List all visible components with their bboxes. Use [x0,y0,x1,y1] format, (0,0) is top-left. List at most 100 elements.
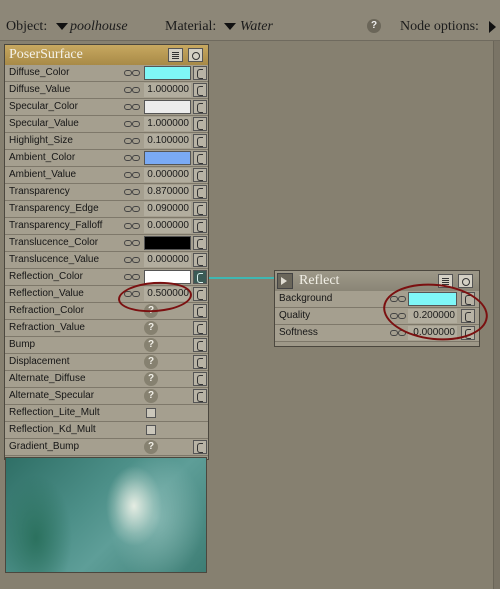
input-plug-icon[interactable] [193,270,207,284]
help-icon[interactable]: ? [144,321,158,335]
parameter-label: Specular_Color [9,101,78,112]
checkbox[interactable] [146,408,156,418]
poser_surface-row: Diffuse_Color [5,65,208,82]
material-select[interactable]: Water [240,19,273,35]
input-plug-icon[interactable] [193,100,207,114]
parameter-label: Reflection_Lite_Mult [9,407,100,418]
object-select[interactable]: poolhouse [70,19,128,35]
parameter-label: Transparency_Falloff [9,220,103,231]
object-label: Object: [6,19,48,34]
input-plug-icon[interactable] [193,151,207,165]
value-field[interactable]: 1.000000 [144,117,191,131]
node-options-label[interactable]: Node options: [400,19,479,35]
input-plug-icon[interactable] [193,321,207,335]
link-chain-icon[interactable] [124,121,140,127]
input-plug-icon[interactable] [193,372,207,386]
parameter-label: Specular_Value [9,118,79,129]
node-connection-wire [206,277,274,279]
poser_surface-row: Ambient_Color [5,150,208,167]
poser_surface-row: Specular_Color [5,99,208,116]
parameter-label: Alternate_Diffuse [9,373,86,384]
link-chain-icon[interactable] [124,240,140,246]
value-field[interactable]: 0.100000 [144,134,191,148]
parameter-label: Ambient_Value [9,169,77,180]
poser_surface-row: Specular_Value 1.000000 [5,116,208,133]
color-swatch[interactable] [144,236,191,250]
poser_surface-row: Translucence_Color [5,235,208,252]
input-plug-icon[interactable] [193,355,207,369]
input-plug-icon[interactable] [193,440,207,454]
value-field[interactable]: 0.000000 [144,253,191,267]
link-chain-icon[interactable] [124,189,140,195]
help-icon[interactable]: ? [144,338,158,352]
poser_surface-row: Reflection_Kd_Mult [5,422,208,439]
link-chain-icon[interactable] [124,70,140,76]
input-plug-icon[interactable] [193,168,207,182]
poser_surface-row: Refraction_Value? [5,320,208,337]
parameter-label: Refraction_Value [9,322,85,333]
input-plug-icon[interactable] [193,134,207,148]
color-swatch[interactable] [144,100,191,114]
value-field[interactable]: 0.870000 [144,185,191,199]
input-plug-icon[interactable] [193,287,207,301]
input-plug-icon[interactable] [193,83,207,97]
input-plug-icon[interactable] [193,202,207,216]
material-preview [5,457,207,573]
workspace-scrollbar[interactable] [493,41,500,589]
poser-surface-node[interactable]: PoserSurface Diffuse_Color Diffuse_Value 1… [4,44,209,460]
parameter-label: Bump [9,339,36,350]
link-chain-icon[interactable] [124,223,140,229]
node-menu-icon[interactable] [168,48,183,62]
link-chain-icon[interactable] [124,257,140,263]
parameter-label: Translucence_Color [9,237,99,248]
input-plug-icon[interactable] [193,117,207,131]
input-plug-icon[interactable] [193,389,207,403]
parameter-label: Softness [279,327,318,338]
input-plug-icon[interactable] [193,253,207,267]
link-chain-icon[interactable] [124,104,140,110]
poser_surface-row: Alternate_Diffuse? [5,371,208,388]
value-field[interactable]: 0.000000 [144,219,191,233]
input-plug-icon[interactable] [193,338,207,352]
color-swatch[interactable] [144,151,191,165]
object-dropdown-arrow-icon[interactable] [56,23,68,30]
link-chain-icon[interactable] [124,87,140,93]
parameter-label: Reflection_Value [9,288,84,299]
value-field[interactable]: 0.000000 [144,168,191,182]
help-icon[interactable]: ? [367,19,381,33]
help-icon[interactable]: ? [144,440,158,454]
input-plug-icon[interactable] [193,219,207,233]
parameter-label: Gradient_Bump [9,441,80,452]
parameter-label: Refraction_Color [9,305,85,316]
poser_surface-row: Highlight_Size 0.100000 [5,133,208,150]
input-plug-icon[interactable] [193,185,207,199]
poser-surface-title-bar[interactable]: PoserSurface [5,45,208,65]
link-chain-icon[interactable] [124,155,140,161]
poser_surface-row: Displacement? [5,354,208,371]
value-field[interactable]: 0.090000 [144,202,191,216]
reflect-preview-toggle-icon[interactable] [458,274,473,288]
reflect-output-icon[interactable] [277,273,293,289]
parameter-label: Displacement [9,356,70,367]
node-options-arrow-icon[interactable] [489,21,496,33]
material-dropdown-arrow-icon[interactable] [224,23,236,30]
poser_surface-row: Alternate_Specular? [5,388,208,405]
poser-surface-title: PoserSurface [9,47,83,62]
link-chain-icon[interactable] [124,274,140,280]
parameter-label: Diffuse_Color [9,67,70,78]
node-preview-toggle-icon[interactable] [188,48,203,62]
link-chain-icon[interactable] [124,172,140,178]
value-field[interactable]: 1.000000 [144,83,191,97]
input-plug-icon[interactable] [193,66,207,80]
help-icon[interactable]: ? [144,372,158,386]
material-label: Material: [165,19,217,34]
link-chain-icon[interactable] [124,206,140,212]
help-icon[interactable]: ? [144,389,158,403]
poser_surface-row: Gradient_Bump? [5,439,208,456]
color-swatch[interactable] [144,66,191,80]
input-plug-icon[interactable] [193,304,207,318]
help-icon[interactable]: ? [144,355,158,369]
link-chain-icon[interactable] [124,138,140,144]
checkbox[interactable] [146,425,156,435]
input-plug-icon[interactable] [193,236,207,250]
